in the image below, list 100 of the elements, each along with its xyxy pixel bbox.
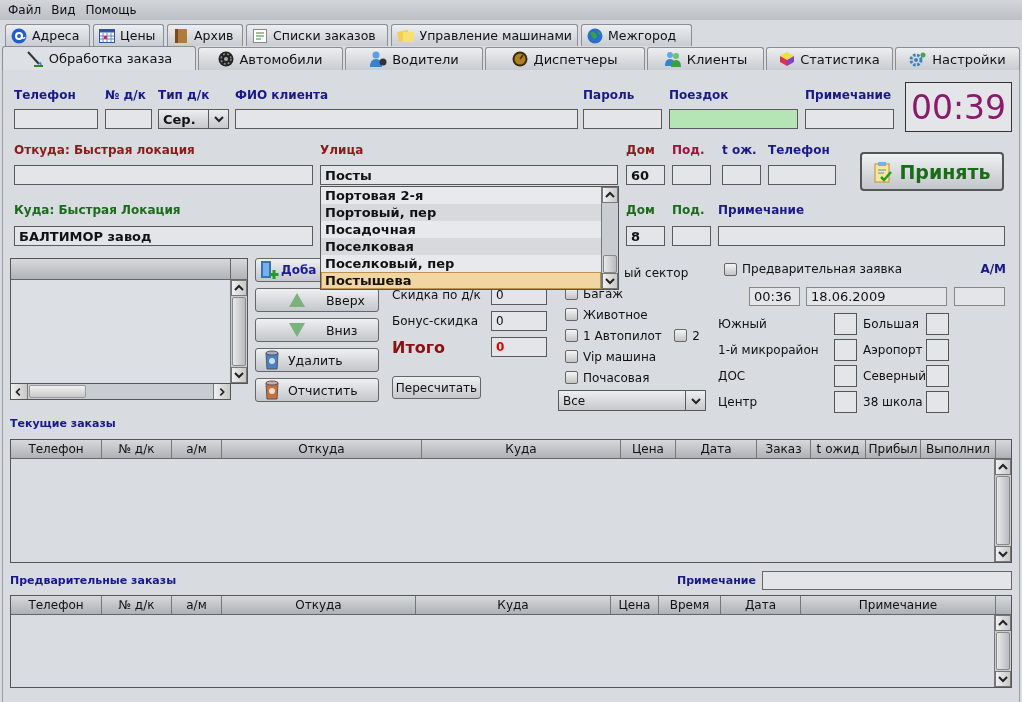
column-header[interactable]: Примечание: [801, 596, 996, 614]
delete-button[interactable]: Удалить: [255, 348, 379, 372]
scrollbar[interactable]: [10, 384, 231, 400]
down-button[interactable]: Вниз: [255, 318, 379, 342]
district-field[interactable]: [926, 391, 949, 413]
time-field[interactable]: 00:36: [749, 287, 800, 306]
tab[interactable]: Настройки: [895, 47, 1020, 70]
scrollbar[interactable]: [994, 615, 1011, 687]
checkbox[interactable]: [674, 329, 688, 342]
scroll-thumb[interactable]: [996, 476, 1010, 545]
column-header[interactable]: Выполнил: [921, 440, 996, 458]
input-field[interactable]: [14, 165, 313, 185]
input-field[interactable]: 8: [626, 226, 665, 246]
scroll-down-icon[interactable]: [997, 549, 1009, 559]
column-header[interactable]: а/м: [172, 440, 222, 458]
scroll-thumb[interactable]: [996, 632, 1010, 670]
tab[interactable]: Цены: [93, 24, 164, 46]
scrollbar[interactable]: [994, 459, 1011, 562]
input-field[interactable]: [954, 287, 1005, 306]
list-item[interactable]: Поселковая: [321, 238, 601, 255]
column-header[interactable]: Заказ: [757, 440, 811, 458]
input-field[interactable]: 0: [491, 311, 547, 331]
tab[interactable]: Водители: [345, 47, 483, 70]
district-field[interactable]: [834, 339, 857, 361]
tab[interactable]: Клиенты: [647, 47, 764, 70]
column-header[interactable]: № д/к: [102, 596, 172, 614]
column-header[interactable]: Телефон: [11, 596, 102, 614]
input-field[interactable]: [14, 109, 98, 129]
column-header[interactable]: t ожид: [811, 440, 866, 458]
district-field[interactable]: [926, 365, 949, 387]
tab[interactable]: Обработка заказа: [2, 46, 196, 70]
checkbox[interactable]: [565, 329, 578, 342]
scrollbar[interactable]: [230, 280, 247, 383]
district-field[interactable]: [926, 339, 949, 361]
tab[interactable]: Адреса: [5, 24, 90, 46]
accept-button[interactable]: Принять: [860, 152, 1004, 191]
scroll-thumb[interactable]: [603, 255, 617, 273]
input-field[interactable]: [672, 226, 711, 246]
scroll-up-icon[interactable]: [997, 462, 1009, 472]
input-field[interactable]: [722, 165, 761, 185]
tab[interactable]: Диспетчеры: [485, 47, 645, 70]
input-field[interactable]: [105, 109, 152, 129]
date-field[interactable]: 18.06.2009: [806, 287, 947, 306]
tab[interactable]: Архив: [167, 24, 243, 46]
column-header[interactable]: Дата: [676, 440, 757, 458]
scroll-up-icon[interactable]: [997, 618, 1009, 628]
input-field[interactable]: 60: [626, 165, 665, 185]
list-item[interactable]: Постышева: [321, 272, 601, 289]
column-header[interactable]: № д/к: [102, 440, 172, 458]
input-field[interactable]: [805, 109, 894, 129]
column-header[interactable]: а/м: [172, 596, 222, 614]
scroll-thumb[interactable]: [29, 385, 86, 398]
tab[interactable]: Управление машинами: [391, 24, 578, 46]
district-field[interactable]: [834, 365, 857, 387]
column-header[interactable]: Цена: [611, 596, 659, 614]
scroll-down-icon[interactable]: [604, 276, 616, 286]
input-field[interactable]: [583, 109, 662, 129]
column-header[interactable]: Время: [659, 596, 721, 614]
car-filter-dropdown[interactable]: Все: [558, 390, 706, 411]
list-item[interactable]: Портовый, пер: [321, 204, 601, 221]
column-header[interactable]: Откуда: [222, 596, 416, 614]
scroll-up-icon[interactable]: [604, 190, 616, 200]
column-header[interactable]: Куда: [416, 596, 611, 614]
checkbox[interactable]: [565, 350, 578, 363]
recalculate-button[interactable]: Пересчитать: [392, 376, 481, 399]
checkbox[interactable]: [565, 371, 578, 384]
scroll-down-icon[interactable]: [233, 370, 245, 380]
column-header[interactable]: Цена: [621, 440, 676, 458]
scroll-up-icon[interactable]: [233, 283, 245, 293]
scroll-thumb[interactable]: [232, 297, 246, 366]
clear-button[interactable]: Отчистить: [255, 378, 379, 402]
tab[interactable]: Списки заказов: [246, 24, 388, 46]
input-field[interactable]: Посты: [320, 165, 618, 185]
checkbox[interactable]: [724, 262, 737, 276]
input-field[interactable]: БАЛТИМОР завод: [14, 226, 313, 246]
card-type-dropdown[interactable]: Сер.: [158, 109, 229, 129]
chevron-down-icon[interactable]: [212, 114, 225, 124]
column-header[interactable]: Откуда: [222, 440, 422, 458]
district-field[interactable]: [926, 313, 949, 335]
column-header[interactable]: Куда: [422, 440, 621, 458]
input-field[interactable]: [768, 165, 836, 185]
scrollbar[interactable]: [601, 187, 618, 289]
checkbox[interactable]: [565, 308, 578, 321]
district-field[interactable]: [834, 313, 857, 335]
input-field[interactable]: [672, 165, 711, 185]
district-field[interactable]: [834, 391, 857, 413]
trip-count-field[interactable]: [669, 109, 798, 129]
up-button[interactable]: Вверх: [255, 288, 379, 312]
note-field[interactable]: [762, 570, 1012, 590]
tab[interactable]: Статистика: [766, 47, 893, 70]
tab[interactable]: Автомобили: [198, 47, 343, 70]
column-header[interactable]: Дата: [721, 596, 801, 614]
menu-item[interactable]: Вид: [46, 3, 81, 17]
column-header[interactable]: Телефон: [11, 440, 102, 458]
scroll-down-icon[interactable]: [997, 674, 1009, 684]
menu-item[interactable]: Файл: [3, 3, 47, 17]
menu-item[interactable]: Помощь: [80, 3, 142, 17]
column-header[interactable]: Прибыл: [866, 440, 921, 458]
input-field[interactable]: 0: [491, 337, 547, 357]
input-field[interactable]: [718, 226, 1005, 246]
